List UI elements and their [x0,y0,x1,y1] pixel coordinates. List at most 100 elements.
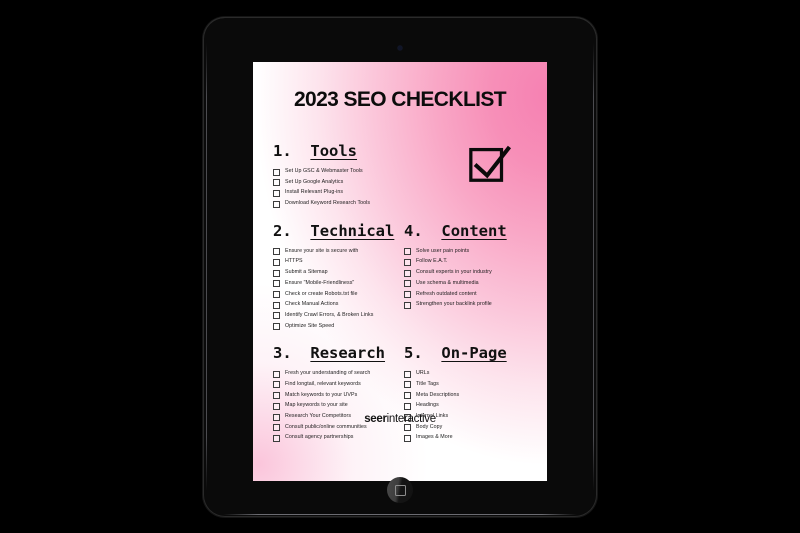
checkbox-icon[interactable] [273,312,280,320]
section-title: Tools [310,142,358,160]
checkbox-icon[interactable] [273,258,280,266]
checkbox-icon[interactable] [273,301,280,309]
checkbox-icon[interactable] [273,189,280,197]
list-item[interactable]: Ensure your site is secure with [273,247,396,256]
list-item[interactable]: HTTPS [273,257,396,266]
checkbox-icon[interactable] [273,434,280,442]
checklist-label: Identify Crawl Errors, & Broken Links [285,311,374,318]
checkbox-icon[interactable] [273,381,280,389]
checklist-label: Headings [416,402,439,409]
list-item[interactable]: Optimize Site Speed [273,322,396,331]
checklist-label: Find longtail, relevant keywords [285,380,361,387]
checkbox-icon[interactable] [404,370,411,378]
checklist-label: Refresh outdated content [416,290,477,297]
checkbox-icon[interactable] [273,323,280,331]
checklist-tools: Set Up GSC & Webmaster Tools Set Up Goog… [273,167,405,208]
list-item[interactable]: Fresh your understanding of search [273,369,396,378]
device-bezel-edge-bottom [223,514,577,515]
checklist-label: Install Relevant Plug-ins [285,189,344,196]
list-item[interactable]: Solve user pain points [404,247,527,256]
poster-row-technical-content: 2. Technical Ensure your site is secure … [273,222,527,333]
list-item[interactable]: Check or create Robots.txt file [273,290,396,298]
list-item[interactable]: Meta Descriptions [404,391,527,400]
poster-row-research-onpage: 3. Research Fresh your understanding of … [273,344,527,444]
list-item[interactable]: Refresh outdated content [404,290,527,298]
section-number: 1. [273,142,292,160]
checklist-label: Set Up GSC & Webmaster Tools [285,168,363,174]
checkbox-icon[interactable] [273,248,280,256]
checkbox-icon[interactable] [273,269,280,277]
checklist-research: Fresh your understanding of search Find … [273,369,396,442]
checklist-label: Match keywords to your UVPs [285,391,358,398]
section-heading-onpage: 5. On-Page [404,344,527,362]
seo-checklist-poster: 2023 SEO CHECKLIST 1. Tools Set Up GSC &… [253,62,547,481]
checkbox-icon[interactable] [404,424,411,432]
section-research: 3. Research Fresh your understanding of … [273,344,396,444]
checkbox-icon[interactable] [404,301,411,309]
checkbox-icon[interactable] [404,402,411,410]
list-item[interactable]: Identify Crawl Errors, & Broken Links [273,311,396,320]
list-item[interactable]: Ensure "Mobile-Friendliness" [273,279,396,288]
list-item[interactable]: Images & More [404,433,527,442]
checklist-label: URLs [416,370,430,377]
list-item[interactable]: Follow E.A.T. [404,257,527,266]
section-heading-tools: 1. Tools [273,142,405,160]
checklist-label: Consult experts in your industry [416,269,492,276]
section-tools: 1. Tools Set Up GSC & Webmaster Tools Se… [273,136,405,210]
checkbox-icon[interactable] [273,370,280,378]
list-item[interactable]: Map keywords to your site [273,401,396,410]
list-item[interactable]: Submit a Sitemap [273,268,396,277]
checklist-label: Title Tags [416,380,439,387]
checkbox-icon[interactable] [404,291,411,298]
checkbox-icon[interactable] [273,168,280,176]
list-item[interactable]: Install Relevant Plug-ins [273,188,405,197]
checkbox-icon[interactable] [273,424,280,432]
section-number: 2. [273,221,292,240]
checkbox-icon[interactable] [273,291,280,298]
checkbox-icon[interactable] [404,258,411,266]
checkbox-icon[interactable] [273,200,280,208]
checkbox-icon[interactable] [273,280,280,288]
section-onpage: 5. On-Page URLs Title Tags Meta Descript… [404,344,527,444]
list-item[interactable]: Strengthen your backlink profile [404,300,527,309]
checkbox-icon[interactable] [404,280,411,288]
list-item[interactable]: Consult agency partnerships [273,433,396,442]
checkbox-icon[interactable] [404,392,411,400]
poster-row-tools: 1. Tools Set Up GSC & Webmaster Tools Se… [273,136,527,210]
checkbox-icon[interactable] [404,381,411,389]
device-bezel-edge-right [593,43,594,491]
list-item[interactable]: Title Tags [404,380,527,389]
front-camera-icon [398,46,402,50]
checklist-label: Images & More [416,434,453,441]
checklist-label: Meta Descriptions [416,391,460,398]
list-item[interactable]: Match keywords to your UVPs [273,391,396,400]
section-content: 4. Content Solve user pain points Follow… [404,222,527,311]
checklist-label: Fresh your understanding of search [285,370,371,377]
list-item[interactable]: Headings [404,401,527,410]
screenshot-stage: 2023 SEO CHECKLIST 1. Tools Set Up GSC &… [0,0,800,533]
brand-logo-bold: seer [364,413,387,425]
checklist-label: Follow E.A.T. [416,258,448,265]
list-item[interactable]: Set Up Google Analytics [273,178,405,187]
list-item[interactable]: Use schema & multimedia [404,279,527,288]
checklist-label: Check Manual Actions [285,301,339,308]
checklist-label: Optimize Site Speed [285,322,335,329]
section-heading-content: 4. Content [404,222,527,240]
section-title: Research [310,344,386,363]
list-item[interactable]: Set Up GSC & Webmaster Tools [273,167,405,176]
checkbox-icon[interactable] [273,179,280,187]
checkbox-icon[interactable] [404,434,411,442]
list-item[interactable]: Check Manual Actions [273,300,396,309]
checkbox-icon[interactable] [404,248,411,256]
list-item[interactable]: Consult experts in your industry [404,268,527,277]
list-item[interactable]: Find longtail, relevant keywords [273,380,396,389]
brand-logo-regular: interactive [386,413,436,425]
list-item[interactable]: URLs [404,369,527,378]
checklist-label: Submit a Sitemap [285,269,328,276]
checkbox-icon[interactable] [404,269,411,277]
section-number: 4. [404,221,423,240]
section-title: Technical [310,221,395,240]
checkbox-icon[interactable] [273,402,280,410]
list-item[interactable]: Download Keyword Research Tools [273,199,405,208]
checkbox-icon[interactable] [273,392,280,400]
